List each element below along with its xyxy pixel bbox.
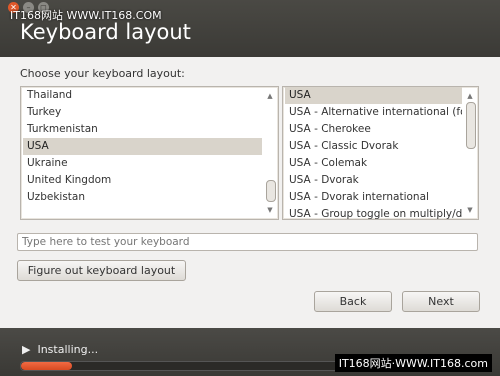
install-progress-fill [21,362,72,370]
layout-list-scrollbar[interactable]: ▲ ▼ [263,88,277,218]
scroll-up-icon[interactable]: ▲ [463,90,477,102]
variant-list-scrollbar[interactable]: ▲ ▼ [463,88,477,218]
variant-list-item[interactable]: USA - Colemak [285,155,462,172]
watermark-bottom: IT168网站·WWW.IT168.com [334,354,492,372]
scroll-up-icon[interactable]: ▲ [263,90,277,102]
scroll-down-icon[interactable]: ▼ [463,204,477,216]
next-button[interactable]: Next [402,291,480,312]
installing-label: Installing... [37,343,99,356]
layout-list-item[interactable]: Turkey [23,104,262,121]
layout-list-items: Thailand Turkey Turkmenistan USA Ukraine Unit… [23,87,262,219]
layout-list-item[interactable]: Turkmenistan [23,121,262,138]
layout-list-item[interactable]: Thailand [23,87,262,104]
layout-list[interactable]: Thailand Turkey Turkmenistan USA Ukraine Unit… [20,86,279,220]
layout-prompt: Choose your keyboard layout: [20,67,185,80]
variant-list-item[interactable]: USA - Classic Dvorak [285,138,462,155]
install-progress-bar [20,361,362,371]
installing-status[interactable]: ▶ Installing... [22,343,98,356]
variant-list-item[interactable]: USA [285,87,462,104]
variant-list-item[interactable]: USA - Group toggle on multiply/divide [285,206,462,219]
figure-out-layout-button[interactable]: Figure out keyboard layout [17,260,186,281]
variant-list-item[interactable]: USA - Dvorak international [285,189,462,206]
variant-list[interactable]: USAUSA - Alternative international (form… [282,86,479,220]
variant-list-item[interactable]: USA - Alternative international (former [285,104,462,121]
variant-list-item[interactable]: USA - Cherokee [285,121,462,138]
page-title: Keyboard layout [20,20,191,44]
layout-list-item[interactable]: United Kingdom [23,172,262,189]
scroll-down-icon[interactable]: ▼ [263,204,277,216]
scrollbar-thumb[interactable] [466,102,476,149]
layout-list-item[interactable]: USA [23,138,262,155]
variant-list-items: USAUSA - Alternative international (form… [285,87,462,219]
window-titlebar: ✕ – ◻ IT168网站 WWW.IT168.COM Keyboard lay… [0,0,500,57]
layout-list-item[interactable]: Uzbekistan [23,189,262,206]
layout-list-item[interactable]: Ukraine [23,155,262,172]
back-button[interactable]: Back [314,291,392,312]
keyboard-test-input[interactable] [17,233,478,251]
variant-list-item[interactable]: USA - Dvorak [285,172,462,189]
expand-triangle-icon: ▶ [22,343,31,356]
scrollbar-thumb[interactable] [266,180,276,202]
